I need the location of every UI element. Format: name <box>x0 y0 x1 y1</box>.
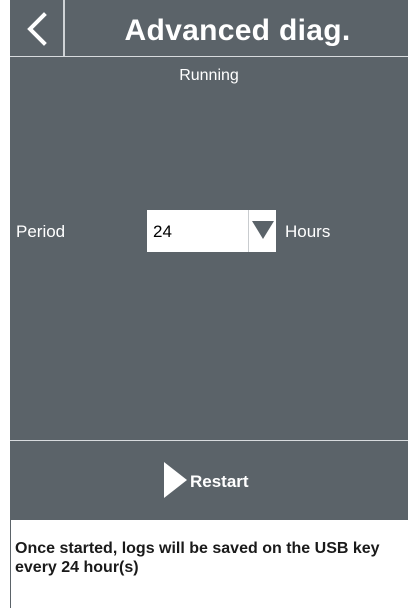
play-icon <box>164 462 187 498</box>
advanced-diag-screen: Advanced diag. Running Period 24 Hours R… <box>0 0 408 608</box>
period-value[interactable]: 24 <box>147 210 248 252</box>
dropdown-button[interactable] <box>248 210 276 252</box>
page-title: Advanced diag. <box>124 14 351 47</box>
chevron-left-icon <box>27 12 47 46</box>
restart-label: Restart <box>190 472 249 491</box>
header-bar: Advanced diag. <box>10 0 408 57</box>
period-unit-label: Hours <box>285 222 331 241</box>
settings-panel: Running Period 24 Hours <box>10 57 408 441</box>
restart-band: Restart <box>10 441 408 519</box>
status-text: Running <box>179 67 239 84</box>
period-label: Period <box>16 222 66 241</box>
period-dropdown[interactable]: 24 <box>147 210 276 252</box>
info-text: Once started, logs will be saved on the … <box>15 540 380 576</box>
back-button[interactable] <box>10 0 65 56</box>
info-box: Once started, logs will be saved on the … <box>10 519 408 608</box>
restart-button[interactable]: Restart <box>162 461 272 499</box>
triangle-down-icon <box>252 221 274 239</box>
